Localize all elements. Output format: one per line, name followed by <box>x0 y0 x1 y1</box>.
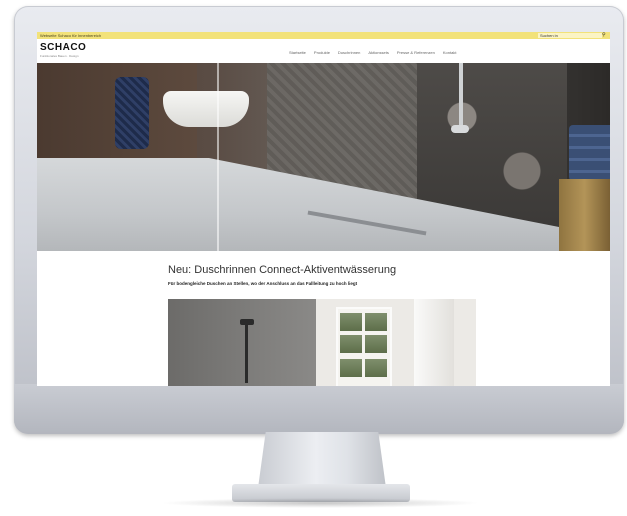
wall-panel <box>414 299 454 386</box>
window-pane <box>340 313 362 331</box>
monitor-stand <box>258 432 386 488</box>
nav-item-produkte[interactable]: Produkte <box>314 50 330 55</box>
nav-item-aktionssets[interactable]: Aktionssets <box>368 50 388 55</box>
nav-item-duschrinnen[interactable]: Duschrinnen <box>338 50 360 55</box>
nav-item-kontakt[interactable]: Kontakt <box>443 50 457 55</box>
browser-viewport: Webseite Schaco für Innenbereich ⚲ SCHAC… <box>37 32 610 386</box>
hero-wooden-stool <box>559 179 610 251</box>
search-input[interactable] <box>538 33 602 38</box>
window <box>336 307 392 386</box>
product-photo-right[interactable] <box>316 299 476 386</box>
site-header: SCHACO Funktionales Bauen · Design Start… <box>37 39 610 63</box>
top-bar: Webseite Schaco für Innenbereich ⚲ <box>37 32 610 39</box>
page-subline: Für bodengleiche Duschen an Stellen, wo … <box>168 281 358 286</box>
window-pane <box>340 335 362 353</box>
hero-towels <box>569 125 610 181</box>
hero-shower-head <box>451 125 469 133</box>
monitor-chin <box>14 384 624 434</box>
shower-pipe <box>245 323 248 383</box>
hero-glass-panel <box>217 63 219 251</box>
hero-toilet <box>163 91 249 127</box>
nav-item-presse[interactable]: Presse & Referenzen <box>397 50 435 55</box>
hero-shower-pipe <box>459 63 463 133</box>
hero-vase <box>115 77 149 149</box>
hero-image <box>37 63 610 251</box>
logo[interactable]: SCHACO <box>40 42 86 53</box>
window-pane <box>365 359 387 377</box>
page-headline: Neu: Duschrinnen Connect-Aktiventwässeru… <box>168 264 397 276</box>
search-icon[interactable]: ⚲ <box>602 32 608 39</box>
product-photo-left[interactable] <box>168 299 316 386</box>
logo-tagline: Funktionales Bauen · Design <box>40 54 79 58</box>
window-pane <box>365 313 387 331</box>
main-nav: Startseite Produkte Duschrinnen Aktionss… <box>289 50 456 55</box>
floor-shadow <box>160 498 480 508</box>
window-pane <box>340 359 362 377</box>
window-pane <box>365 335 387 353</box>
top-bar-text: Webseite Schaco für Innenbereich <box>40 33 102 38</box>
nav-item-startseite[interactable]: Startseite <box>289 50 306 55</box>
